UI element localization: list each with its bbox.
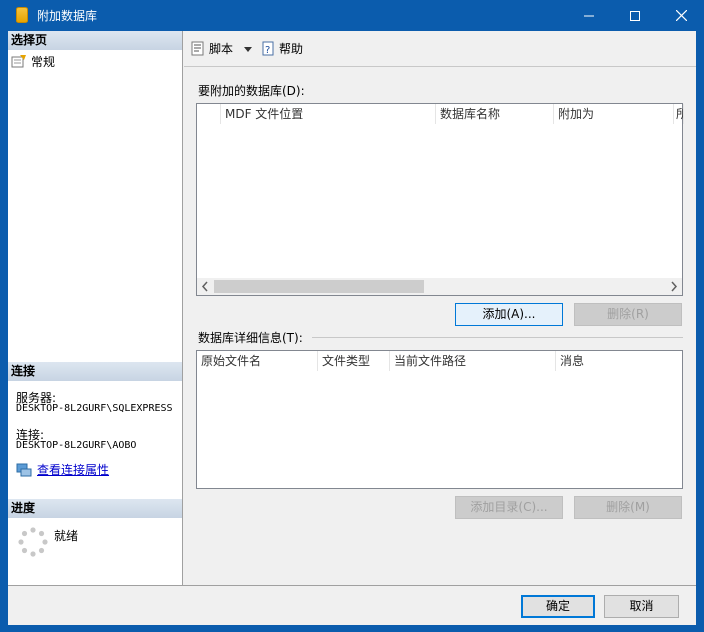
column-header[interactable]: 文件类型 <box>318 351 390 371</box>
help-icon: ? <box>260 41 276 56</box>
connection-properties-icon <box>16 463 32 477</box>
general-page-icon <box>11 54 27 68</box>
close-button[interactable] <box>658 0 704 31</box>
column-header[interactable]: 消息 <box>556 351 682 371</box>
connection-header: 连接 <box>8 362 182 381</box>
minimize-icon <box>584 15 594 16</box>
nav-item-general[interactable]: 常规 <box>11 52 55 70</box>
svg-text:?: ? <box>265 45 270 56</box>
connection-value: DESKTOP-8L2GURF\AOBO <box>16 440 137 451</box>
script-button-label: 脚本 <box>209 41 234 56</box>
add-database-button[interactable]: 添加(A)... <box>455 303 563 326</box>
databases-to-attach-grid[interactable]: MDF 文件位置 数据库名称 附加为 所 <box>196 103 684 296</box>
scroll-left-icon[interactable] <box>201 281 209 295</box>
column-header[interactable]: 所 <box>674 104 684 124</box>
view-connection-properties-link[interactable]: 查看连接属性 <box>37 461 109 478</box>
column-header[interactable]: 原始文件名 <box>197 351 318 371</box>
database-details-grid[interactable]: 原始文件名 文件类型 当前文件路径 消息 <box>196 350 683 489</box>
database-details-label: 数据库详细信息(T): <box>198 331 303 345</box>
column-header[interactable]: 数据库名称 <box>436 104 554 124</box>
window-title: 附加数据库 <box>37 9 98 23</box>
left-panel: 选择页 常规 连接 服务器: DESKTOP-8L2GURF\SQLEXPRES… <box>8 31 183 585</box>
ok-button[interactable]: 确定 <box>521 595 595 618</box>
help-button[interactable]: ? 帮助 <box>260 40 303 56</box>
details-separator <box>312 337 683 338</box>
minimize-button[interactable] <box>566 0 612 31</box>
title-bar[interactable]: 附加数据库 <box>0 0 704 31</box>
view-connection-properties[interactable]: 查看连接属性 <box>16 461 109 478</box>
column-header[interactable]: 当前文件路径 <box>390 351 556 371</box>
select-page-header: 选择页 <box>8 31 182 50</box>
database-cylinder-icon <box>16 7 28 23</box>
cancel-button[interactable]: 取消 <box>604 595 679 618</box>
progress-header: 进度 <box>8 499 182 518</box>
nav-item-general-label: 常规 <box>31 54 56 69</box>
maximize-icon <box>630 10 640 21</box>
horizontal-scrollbar[interactable] <box>197 278 682 295</box>
script-dropdown-chevron-icon[interactable] <box>244 41 253 55</box>
maximize-button[interactable] <box>612 0 658 31</box>
dialog-client-area: 选择页 常规 连接 服务器: DESKTOP-8L2GURF\SQLEXPRES… <box>8 31 696 625</box>
databases-to-attach-label: 要附加的数据库(D): <box>198 84 305 98</box>
scroll-right-icon[interactable] <box>670 281 678 295</box>
script-button[interactable]: 脚本 <box>190 40 253 56</box>
row-selector-header <box>197 104 221 124</box>
remove-database-button[interactable]: 删除(R) <box>574 303 682 326</box>
server-value: DESKTOP-8L2GURF\SQLEXPRESS <box>16 403 173 414</box>
script-icon <box>190 41 206 56</box>
dialog-footer: 确定 取消 <box>8 585 696 625</box>
add-catalog-button[interactable]: 添加目录(C)... <box>455 496 563 519</box>
column-header[interactable]: MDF 文件位置 <box>221 104 436 124</box>
progress-spinner-icon <box>18 527 48 560</box>
column-header[interactable]: 附加为 <box>554 104 674 124</box>
toolbar: 脚本 ? 帮助 <box>184 31 696 67</box>
attach-database-window: 附加数据库 选择页 常规 连接 服务器: DESKTOP-8L2GURF\SQL… <box>0 0 704 632</box>
close-icon <box>675 10 687 21</box>
remove-detail-button[interactable]: 删除(M) <box>574 496 682 519</box>
help-button-label: 帮助 <box>279 41 304 56</box>
scrollbar-thumb[interactable] <box>214 280 424 293</box>
progress-status: 就绪 <box>54 529 79 543</box>
